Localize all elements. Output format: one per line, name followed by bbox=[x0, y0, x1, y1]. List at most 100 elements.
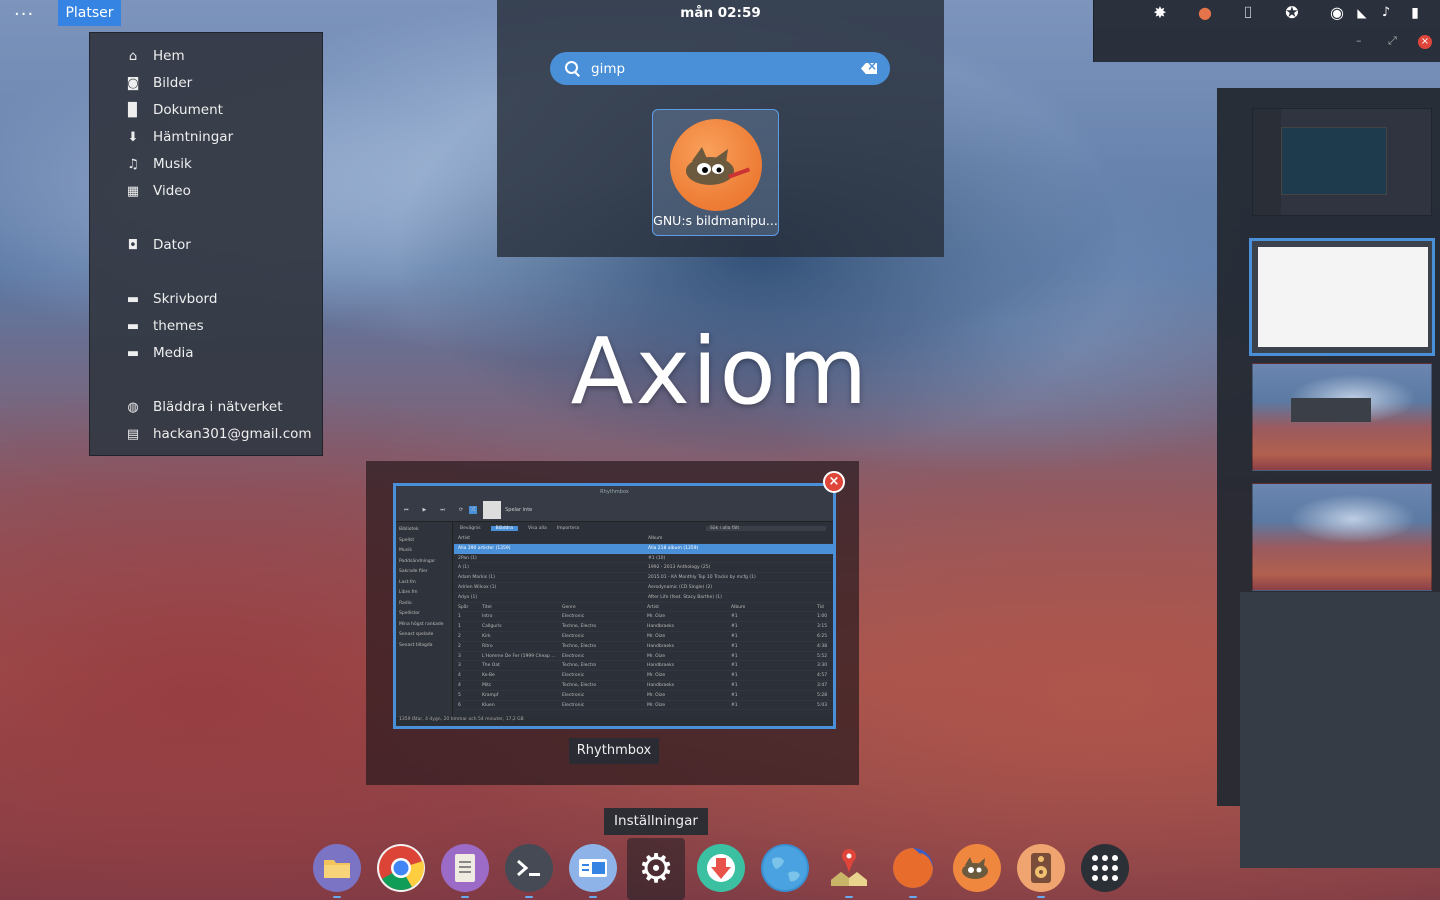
volume-icon[interactable]: ♪ bbox=[1378, 3, 1394, 23]
place-item-pictures[interactable]: ◙ Bilder bbox=[124, 72, 193, 94]
wifi-icon[interactable]: ◣ bbox=[1354, 3, 1370, 23]
maps-icon[interactable] bbox=[825, 844, 873, 892]
place-item-downloads[interactable]: ⬇ Hämtningar bbox=[124, 126, 234, 148]
place-item-video[interactable]: ▦ Video bbox=[124, 180, 191, 202]
browser-row[interactable]: Adrien Wilcox (1) Aerodynamic (CD Single)… bbox=[454, 583, 833, 593]
track-row[interactable]: 3 The Oat Techno, Electro Handbraeks #1 3:30 bbox=[454, 661, 833, 671]
files-icon[interactable] bbox=[313, 844, 361, 892]
top-right-panel: ✸ ● ⌷ ✪ ◉ ◣ ♪ ▮ – ⤢ × bbox=[1093, 0, 1440, 62]
track-row[interactable]: 3 L'Homme De Fer (1999 Cheap ... Electroni… bbox=[454, 652, 833, 662]
rhythmbox-search[interactable]: Sök i alla fält bbox=[706, 525, 826, 531]
place-label: Bläddra i nätverket bbox=[153, 399, 283, 415]
sidebar-item[interactable]: Sakrade filer bbox=[399, 567, 449, 578]
place-label: Skrivbord bbox=[153, 291, 218, 307]
minimize-button[interactable]: – bbox=[1356, 34, 1362, 47]
previous-icon[interactable]: ⏮ bbox=[404, 507, 409, 513]
track-row[interactable]: 1 Intro Electronic Mr. Oize #1 1:00 bbox=[454, 612, 833, 622]
web-browser-icon[interactable] bbox=[761, 844, 809, 892]
sidebar-item[interactable]: Poddsändningar bbox=[399, 557, 449, 568]
sidebar-item[interactable]: Spellistor bbox=[399, 609, 449, 620]
clock[interactable]: mån 02:59 bbox=[497, 5, 944, 21]
place-item-desktop[interactable]: ▬ Skrivbord bbox=[124, 288, 218, 310]
activities-menu-button[interactable]: ··· bbox=[14, 4, 34, 25]
browser-row[interactable]: Adam Markis (1) 2015.01 - KA Monthly Top … bbox=[454, 573, 833, 583]
sidebar-item[interactable]: Radio bbox=[399, 599, 449, 610]
sidebar-item[interactable]: Senast tillagda bbox=[399, 641, 449, 652]
camera-icon[interactable]: ⌷ bbox=[1238, 3, 1258, 23]
search-icon bbox=[565, 60, 581, 77]
browser-row[interactable]: Adyo (1) After Life (feat. Stacy Barthe) … bbox=[454, 593, 833, 603]
place-label: Hämtningar bbox=[153, 129, 234, 145]
maximize-button[interactable]: ⤢ bbox=[1388, 34, 1397, 48]
sidebar-item[interactable]: Bibliotek bbox=[399, 525, 449, 536]
desktop-title: Axiom bbox=[570, 318, 870, 425]
places-button[interactable]: Platser bbox=[58, 0, 121, 26]
tab[interactable]: Bevägnis bbox=[460, 526, 481, 531]
workspace-thumbnail[interactable] bbox=[1252, 363, 1432, 471]
tab[interactable]: Visa alla bbox=[528, 526, 547, 531]
search-bar[interactable] bbox=[550, 52, 890, 85]
track-row[interactable]: 2 Kirk Electronic Mr. Oize #1 6:25 bbox=[454, 632, 833, 642]
shuffle-icon[interactable]: ⤮ bbox=[469, 505, 478, 514]
gimp-icon[interactable] bbox=[953, 844, 1001, 892]
place-item-home[interactable]: ⌂ Hem bbox=[124, 45, 185, 67]
search-result-label: GNU:s bildmanipu... bbox=[653, 213, 778, 228]
balloon-icon[interactable]: ● bbox=[1195, 3, 1215, 23]
battery-icon[interactable]: ▮ bbox=[1408, 3, 1422, 23]
tab[interactable]: Importera bbox=[557, 526, 579, 531]
repeat-icon[interactable]: ⟳ bbox=[459, 507, 463, 513]
next-icon[interactable]: ⏭ bbox=[440, 507, 445, 513]
track-row[interactable]: 4 Ke-Be Electronic Mr. Oize #1 4:57 bbox=[454, 671, 833, 681]
place-item-network[interactable]: ◍ Bläddra i nätverket bbox=[124, 396, 282, 418]
place-item-media[interactable]: ▬ Media bbox=[124, 342, 194, 364]
sidebar-item[interactable]: Senast spelade bbox=[399, 630, 449, 641]
app-grid-icon[interactable] bbox=[1081, 844, 1129, 892]
chrome-icon[interactable] bbox=[377, 844, 425, 892]
track-row[interactable]: 5 Krampf Electronic Mr. Oize #1 5:28 bbox=[454, 691, 833, 701]
text-editor-icon[interactable] bbox=[441, 844, 489, 892]
terminal-icon[interactable] bbox=[505, 844, 553, 892]
rhythmbox-titlebar: Rhythmbox bbox=[396, 486, 833, 498]
sidebar-item[interactable]: Spellst bbox=[399, 536, 449, 547]
close-window-button[interactable]: × bbox=[1418, 35, 1432, 49]
workspace-thumbnail[interactable] bbox=[1252, 108, 1432, 216]
place-item-computer[interactable]: ◘ Dator bbox=[124, 234, 191, 256]
track-row[interactable]: 1 Callgurls Techno, Electro Handbraeks #1 3:1… bbox=[454, 622, 833, 632]
search-input[interactable] bbox=[591, 60, 861, 77]
software-center-icon[interactable] bbox=[569, 844, 617, 892]
workspace-empty-area bbox=[1240, 592, 1440, 868]
sidebar-item[interactable]: Last.fm bbox=[399, 578, 449, 589]
rhythmbox-icon[interactable] bbox=[1017, 844, 1065, 892]
running-indicator bbox=[461, 896, 469, 898]
server-icon: ▤ bbox=[126, 426, 140, 442]
record-icon[interactable]: ◉ bbox=[1327, 3, 1347, 23]
place-item-music[interactable]: ♫ Musik bbox=[124, 153, 192, 175]
track-row[interactable]: 2 Ritro Techno, Electro Handbraeks #1 4:38 bbox=[454, 642, 833, 652]
settings-icon[interactable]: ⚙ bbox=[627, 838, 685, 900]
workspace-thumbnail-active[interactable] bbox=[1249, 238, 1435, 356]
window-caption[interactable]: Rhythmbox bbox=[569, 738, 659, 764]
place-item-account[interactable]: ▤ hackan301@gmail.com bbox=[124, 423, 312, 445]
weather-settings-icon[interactable]: ✸ bbox=[1150, 3, 1170, 23]
place-item-themes[interactable]: ▬ themes bbox=[124, 315, 204, 337]
sidebar-item[interactable]: Musik bbox=[399, 546, 449, 557]
track-row[interactable]: 6 Kluen Electronic Mr. Oize #1 5:03 bbox=[454, 701, 833, 711]
place-item-documents[interactable]: ▉ Dokument bbox=[124, 99, 223, 121]
browser-row[interactable]: A (1) 1992 - 2013 Anthology (25) bbox=[454, 563, 833, 573]
track-row[interactable]: 4 Mitc Techno, Electro Handbraeks #1 3:47 bbox=[454, 681, 833, 691]
sidebar-item[interactable]: Mina högst rankade bbox=[399, 620, 449, 631]
browser-row[interactable]: Alla 390 artister (1359) Alla 218 album (… bbox=[454, 543, 833, 554]
clear-search-icon[interactable] bbox=[861, 63, 877, 74]
browser-row[interactable]: 2Pan (1) #1 (10) bbox=[454, 554, 833, 564]
accessibility-icon[interactable]: ✪ bbox=[1282, 3, 1302, 23]
workspace-thumbnail[interactable] bbox=[1252, 483, 1432, 591]
sidebar-item[interactable]: Libre.fm bbox=[399, 588, 449, 599]
firefox-icon[interactable] bbox=[889, 844, 937, 892]
search-result-gimp[interactable]: GNU:s bildmanipu... bbox=[652, 109, 779, 236]
rhythmbox-window-preview[interactable]: Rhythmbox ⏮ ▶ ⏭ ⟳ ⤮ Spelar inte Bibliote… bbox=[393, 483, 836, 729]
running-indicator bbox=[845, 896, 853, 898]
tab-active[interactable]: Bläddra bbox=[490, 525, 519, 531]
play-icon[interactable]: ▶ bbox=[423, 507, 427, 513]
close-preview-button[interactable]: × bbox=[823, 471, 845, 493]
software-update-icon[interactable] bbox=[697, 844, 745, 892]
